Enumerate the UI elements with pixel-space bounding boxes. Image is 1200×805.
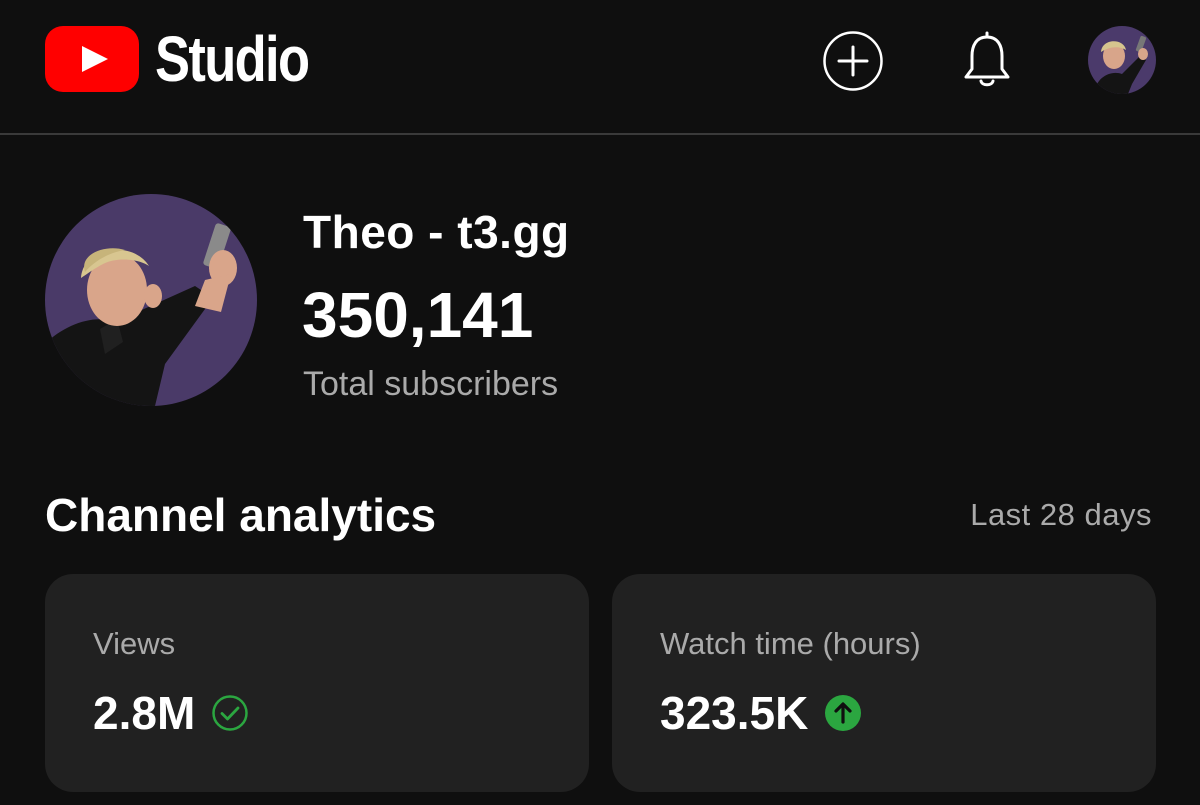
card-label: Watch time (hours) — [660, 626, 921, 661]
card-label: Views — [93, 626, 176, 661]
youtube-play-icon — [45, 26, 139, 92]
channel-avatar — [45, 194, 257, 406]
app-name: Studio — [155, 23, 310, 95]
top-bar: Studio — [0, 0, 1200, 135]
check-circle-icon — [211, 694, 249, 732]
create-plus-icon[interactable] — [822, 30, 884, 92]
youtube-studio-logo[interactable]: Studio — [45, 26, 342, 92]
watch-time-card[interactable]: Watch time (hours) 323.5K — [612, 574, 1156, 792]
account-avatar[interactable] — [1088, 26, 1156, 94]
section-title: Channel analytics — [45, 489, 437, 541]
channel-name: Theo - t3.gg — [303, 206, 570, 258]
bell-icon[interactable] — [956, 30, 1018, 92]
subscriber-count: 350,141 — [302, 279, 534, 351]
subscriber-label: Total subscribers — [303, 365, 559, 403]
card-value: 323.5K — [660, 687, 809, 739]
arrow-up-circle-icon — [824, 694, 862, 732]
period-label: Last 28 days — [970, 497, 1152, 532]
card-value: 2.8M — [93, 687, 196, 739]
views-card[interactable]: Views 2.8M — [45, 574, 589, 792]
